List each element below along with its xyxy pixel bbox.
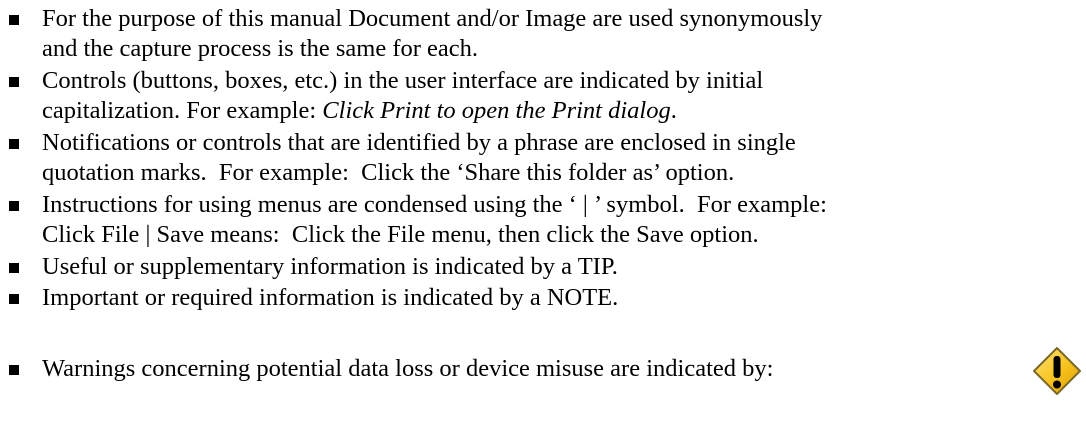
bullet-marker	[9, 139, 19, 149]
list-item-text: Notifications or controls that are ident…	[42, 128, 1082, 188]
example-suffix: .	[670, 97, 677, 124]
list-item-line: Useful or supplementary information is i…	[42, 253, 618, 280]
list-item: Instructions for using menus are condens…	[0, 190, 1086, 252]
list-item-text: Useful or supplementary information is i…	[42, 252, 1082, 282]
list-item-line: and the capture process is the same for …	[42, 35, 479, 62]
list-item-line: Instructions for using menus are condens…	[42, 191, 827, 218]
bullet-marker	[9, 294, 19, 304]
list-item-line: Click File | Save means: Click the File …	[42, 221, 759, 248]
bullet-marker	[9, 77, 19, 87]
list-item: For the purpose of this manual Document …	[0, 4, 1086, 66]
bullet-marker	[9, 263, 19, 273]
list-item-text: Important or required information is ind…	[42, 283, 1082, 313]
list-item-line: Important or required information is ind…	[42, 284, 619, 311]
list-item-text: Warnings concerning potential data loss …	[42, 354, 1082, 384]
list-item-line: Notifications or controls that are ident…	[42, 129, 796, 156]
list-item-line: capitalization. For example: Click Print…	[42, 96, 1082, 126]
list-item: Notifications or controls that are ident…	[0, 128, 1086, 190]
list-item: Controls (buttons, boxes, etc.) in the u…	[0, 66, 1086, 128]
list-item-text: For the purpose of this manual Document …	[42, 4, 1082, 64]
list-item: Important or required information is ind…	[0, 283, 1086, 314]
list-item-line: quotation marks. For example: Click the …	[42, 159, 735, 186]
bullet-marker	[9, 365, 19, 375]
list-item: Warnings concerning potential data loss …	[0, 354, 1086, 394]
list-item-line: For the purpose of this manual Document …	[42, 5, 823, 32]
warning-icon	[1033, 347, 1081, 395]
conventions-list: For the purpose of this manual Document …	[0, 0, 1086, 434]
list-item-line: Controls (buttons, boxes, etc.) in the u…	[42, 67, 764, 94]
bullet-marker	[9, 15, 19, 25]
list-item-line-start: capitalization. For example:	[42, 97, 323, 124]
list-item-text: Instructions for using menus are condens…	[42, 190, 1082, 250]
list-item-text: Controls (buttons, boxes, etc.) in the u…	[42, 66, 1082, 126]
example-text: Click Print to open the Print dialog	[322, 97, 671, 124]
list-item: Useful or supplementary information is i…	[0, 252, 1086, 283]
bullet-marker	[9, 201, 19, 211]
list-item-line: Warnings concerning potential data loss …	[42, 355, 774, 382]
